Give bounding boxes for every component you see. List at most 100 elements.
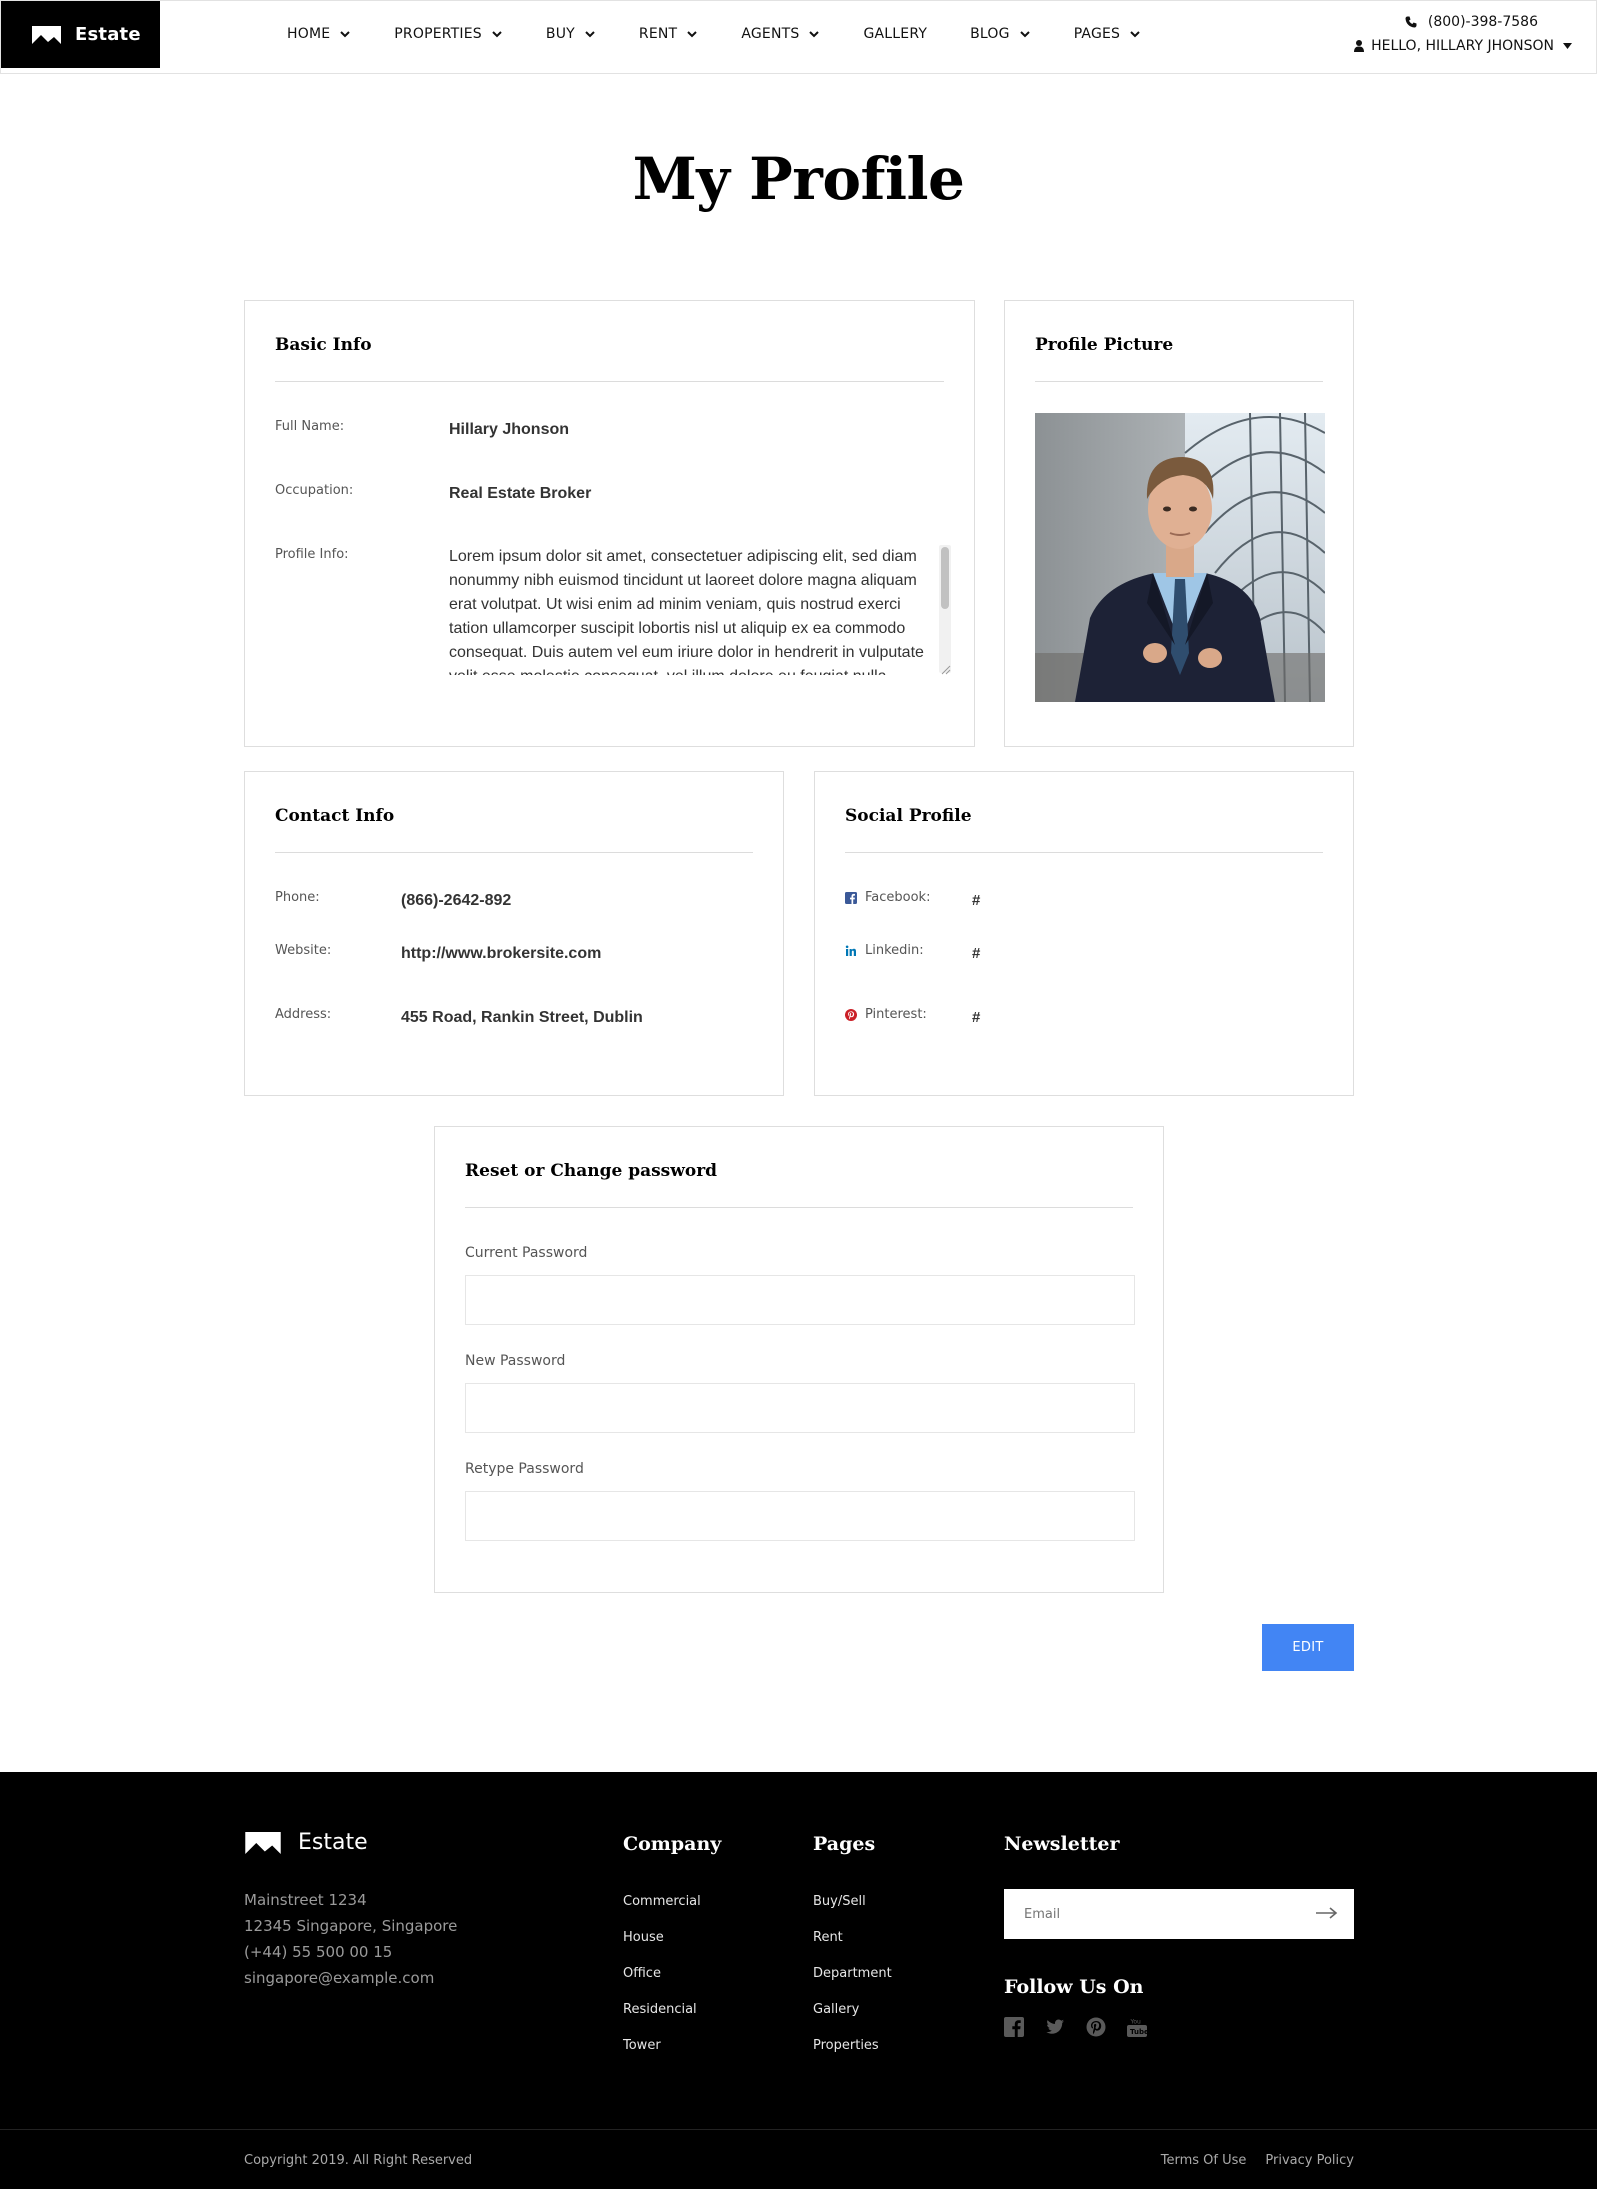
- newsletter-title: Newsletter: [1004, 1833, 1120, 1855]
- footer-link[interactable]: Buy/Sell: [813, 1893, 892, 1929]
- nav-agents[interactable]: AGENTS: [741, 26, 820, 42]
- occupation-value: Real Estate Broker: [449, 485, 592, 502]
- footer-logo[interactable]: Estate: [244, 1830, 368, 1855]
- newsletter-email-input[interactable]: [1004, 1889, 1304, 1939]
- footer-divider: [0, 2129, 1597, 2130]
- current-password-field[interactable]: [465, 1275, 1135, 1325]
- profile-info-textarea[interactable]: Lorem ipsum dolor sit amet, consectetuer…: [449, 545, 945, 675]
- website-label: Website:: [275, 943, 332, 958]
- footer-logo-text: Estate: [298, 1830, 368, 1855]
- top-header: Estate HOME PROPERTIES BUY RENT AGENTS G…: [0, 0, 1597, 74]
- site-logo[interactable]: Estate: [1, 1, 160, 68]
- terms-link[interactable]: Terms Of Use: [1161, 2153, 1247, 2168]
- address-line: (+44) 55 500 00 15: [244, 1943, 393, 1961]
- footer-link[interactable]: Commercial: [623, 1893, 701, 1929]
- website-value[interactable]: http://www.brokersite.com: [401, 945, 601, 963]
- phone-value: (866)-2642-892: [401, 892, 512, 909]
- page-title: My Profile: [632, 145, 965, 213]
- chevron-down-icon: [809, 31, 820, 38]
- profile-info-label: Profile Info:: [275, 547, 349, 562]
- main-nav: HOME PROPERTIES BUY RENT AGENTS GALLERY …: [287, 1, 1184, 67]
- user-icon: [1354, 40, 1365, 52]
- chevron-down-icon: [585, 31, 595, 38]
- nav-label: RENT: [638, 26, 678, 42]
- footer-link[interactable]: Gallery: [813, 2001, 892, 2037]
- new-password-label: New Password: [465, 1353, 566, 1369]
- pages-links: Buy/Sell Rent Department Gallery Propert…: [813, 1893, 892, 2073]
- footer-link[interactable]: Properties: [813, 2037, 892, 2073]
- full-name-value: Hillary Jhonson: [449, 421, 570, 438]
- current-password-label: Current Password: [465, 1245, 588, 1261]
- profile-photo[interactable]: [1035, 413, 1325, 702]
- nav-label: BLOG: [970, 26, 1010, 42]
- nav-label: PROPERTIES: [394, 26, 482, 42]
- footer-link[interactable]: Tower: [623, 2037, 701, 2073]
- nav-buy[interactable]: BUY: [546, 26, 596, 42]
- footer: Estate Mainstreet 1234 12345 Singapore, …: [0, 1772, 1597, 2189]
- textarea-scrollbar[interactable]: [939, 545, 951, 673]
- newsletter-form: [1004, 1889, 1354, 1939]
- nav-label: HOME: [287, 26, 331, 42]
- nav-rent[interactable]: RENT: [639, 26, 698, 42]
- occupation-label: Occupation:: [275, 483, 354, 498]
- card-title: Reset or Change password: [465, 1161, 718, 1181]
- privacy-link[interactable]: Privacy Policy: [1265, 2153, 1354, 2168]
- pinterest-icon[interactable]: [1086, 2017, 1106, 2037]
- facebook-icon: [845, 892, 857, 904]
- logo-mark-icon: [245, 1831, 281, 1854]
- footer-legal-links: Terms Of Use Privacy Policy: [1142, 2153, 1354, 2168]
- facebook-icon[interactable]: [1004, 2017, 1024, 2037]
- copyright-text: Copyright 2019. All Right Reserved: [244, 2153, 473, 2168]
- social-profile-card: Social Profile Facebook: # Linkedin: # P…: [814, 771, 1354, 1096]
- footer-link[interactable]: House: [623, 1929, 701, 1965]
- user-greeting: HELLO, HILLARY JHONSON: [1371, 38, 1554, 54]
- logo-text: Estate: [75, 24, 141, 45]
- new-password-field[interactable]: [465, 1383, 1135, 1433]
- footer-link[interactable]: Rent: [813, 1929, 892, 1965]
- linkedin-value[interactable]: #: [972, 945, 980, 962]
- divider: [1035, 381, 1323, 382]
- chevron-down-icon: [1019, 31, 1030, 38]
- chevron-down-icon: [1130, 31, 1140, 38]
- footer-link[interactable]: Department: [813, 1965, 892, 2001]
- address-line: Mainstreet 1234: [244, 1891, 367, 1909]
- facebook-value[interactable]: #: [972, 892, 980, 909]
- logo-mark-icon: [32, 25, 61, 44]
- card-title: Social Profile: [845, 806, 972, 826]
- footer-link[interactable]: Office: [623, 1965, 701, 2001]
- svg-text:Tube: Tube: [1130, 2028, 1147, 2036]
- password-card: Reset or Change password Current Passwor…: [434, 1126, 1164, 1593]
- footer-link[interactable]: Residencial: [623, 2001, 701, 2037]
- nav-gallery[interactable]: GALLERY: [863, 26, 927, 42]
- retype-password-field[interactable]: [465, 1491, 1135, 1541]
- header-phone[interactable]: (800)-398-7586: [1354, 12, 1572, 32]
- edit-button[interactable]: EDIT: [1262, 1624, 1354, 1671]
- nav-pages[interactable]: PAGES: [1074, 26, 1141, 42]
- nav-label: GALLERY: [863, 26, 928, 42]
- header-contact: (800)-398-7586 HELLO, HILLARY JHONSON: [1354, 12, 1572, 56]
- resize-grip-icon[interactable]: [939, 665, 951, 675]
- divider: [845, 852, 1323, 853]
- chevron-down-icon: [687, 31, 698, 38]
- nav-label: PAGES: [1073, 26, 1121, 42]
- chevron-down-icon: [492, 31, 502, 38]
- user-menu[interactable]: HELLO, HILLARY JHONSON: [1354, 36, 1572, 56]
- header-phone-number: (800)-398-7586: [1427, 14, 1538, 30]
- card-title: Contact Info: [275, 806, 395, 826]
- pinterest-label: Pinterest:: [865, 1007, 927, 1022]
- youtube-icon[interactable]: You Tube: [1127, 2017, 1149, 2037]
- scrollbar-thumb[interactable]: [941, 547, 949, 609]
- nav-home[interactable]: HOME: [287, 26, 351, 42]
- linkedin-label: Linkedin:: [865, 943, 924, 958]
- twitter-icon[interactable]: [1045, 2017, 1065, 2037]
- address-line[interactable]: singapore@example.com: [244, 1965, 457, 1991]
- nav-properties[interactable]: PROPERTIES: [394, 26, 503, 42]
- divider: [275, 852, 753, 853]
- facebook-label: Facebook:: [865, 890, 931, 905]
- phone-icon: [1405, 16, 1417, 28]
- arrow-right-icon[interactable]: [1316, 1906, 1338, 1920]
- nav-blog[interactable]: BLOG: [970, 26, 1031, 42]
- pinterest-value[interactable]: #: [972, 1009, 980, 1026]
- svg-text:You: You: [1130, 2019, 1142, 2026]
- retype-password-label: Retype Password: [465, 1461, 584, 1477]
